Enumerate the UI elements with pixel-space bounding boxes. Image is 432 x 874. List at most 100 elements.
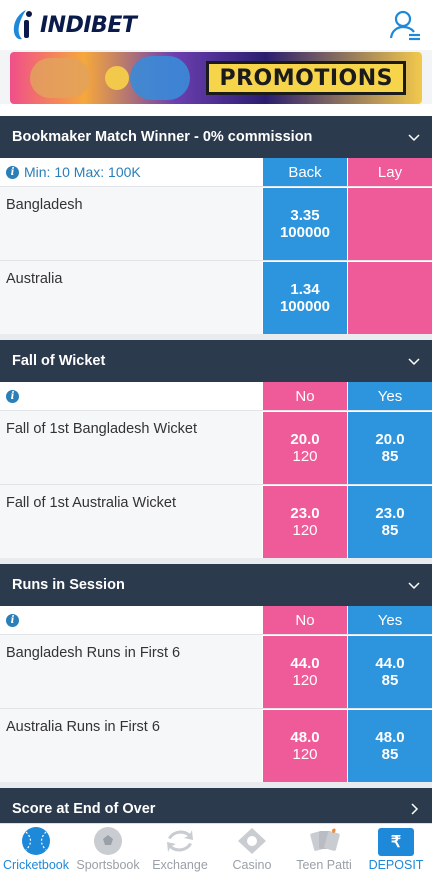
banner-artwork-player — [130, 56, 190, 100]
odds-value: 20.0 — [290, 430, 320, 448]
fancy-column-header: i No Yes — [0, 382, 432, 410]
no-column-label: No — [262, 382, 347, 410]
section-title: Fall of Wicket — [12, 353, 106, 369]
chevron-right-icon — [411, 803, 419, 815]
bottom-nav: Cricketbook Sportsbook Exchange Casino T… — [0, 823, 432, 874]
info-icon[interactable]: i — [6, 613, 19, 627]
bookmaker-column-header: i Min: 10 Max: 100K Back Lay — [0, 158, 432, 186]
promotions-banner[interactable]: PROMOTIONS — [10, 52, 422, 104]
spacer — [0, 104, 432, 116]
yes-column-label: Yes — [347, 382, 432, 410]
nav-sportsbook[interactable]: Sportsbook — [72, 824, 144, 874]
chevron-down-icon — [408, 582, 420, 590]
nav-exchange[interactable]: Exchange — [144, 824, 216, 874]
banner-artwork-ball — [105, 66, 129, 90]
volume-value: 85 — [381, 522, 399, 539]
yes-odds-cell[interactable]: 48.0 85 — [347, 709, 432, 782]
back-odds-cell[interactable]: 1.34 100000 — [262, 261, 347, 334]
info-icon[interactable]: i — [6, 165, 19, 179]
chevron-down-icon — [408, 358, 420, 366]
runner-name: Bangladesh Runs in First 6 — [6, 645, 181, 661]
odds-value: 23.0 — [375, 504, 405, 522]
market-info: i — [0, 382, 262, 410]
runner-name: Australia Runs in First 6 — [6, 719, 160, 735]
casino-icon — [238, 828, 266, 854]
market-row: Bangladesh 3.35 100000 — [0, 186, 432, 260]
nav-teen-patti[interactable]: Teen Patti — [288, 824, 360, 874]
yes-column-label: Yes — [347, 606, 432, 634]
chevron-down-icon — [408, 134, 420, 142]
market-row: Australia Runs in First 6 48.0 120 48.0 … — [0, 708, 432, 782]
runner-name: Australia — [6, 271, 63, 287]
lay-odds-cell[interactable] — [347, 187, 432, 260]
section-title: Bookmaker Match Winner - 0% commission — [12, 129, 313, 145]
volume-value: 85 — [381, 448, 399, 465]
odds-value: 44.0 — [375, 654, 405, 672]
section-title: Score at End of Over — [12, 801, 156, 817]
volume-value: 120 — [292, 746, 318, 763]
no-odds-cell[interactable]: 44.0 120 — [262, 635, 347, 708]
yes-odds-cell[interactable]: 20.0 85 — [347, 411, 432, 484]
odds-value: 48.0 — [290, 728, 320, 746]
back-column-label: Back — [262, 158, 347, 186]
nav-deposit[interactable]: ₹ DEPOSIT — [360, 824, 432, 874]
market-row: Bangladesh Runs in First 6 44.0 120 44.0… — [0, 634, 432, 708]
app-header: INDIBET — [0, 0, 432, 50]
market-row: Australia 1.34 100000 — [0, 260, 432, 334]
market-info: i — [0, 606, 262, 634]
market-row: Fall of 1st Bangladesh Wicket 20.0 120 2… — [0, 410, 432, 484]
lay-odds-cell[interactable] — [347, 261, 432, 334]
fall-of-wicket-section-header[interactable]: Fall of Wicket — [0, 340, 432, 382]
volume-value: 100000 — [279, 298, 331, 315]
odds-value: 1.34 — [290, 280, 320, 298]
runner-name: Bangladesh — [6, 197, 83, 213]
volume-value: 120 — [292, 448, 318, 465]
odds-value: 20.0 — [375, 430, 405, 448]
rupee-icon: ₹ — [378, 828, 414, 856]
yes-odds-cell[interactable]: 23.0 85 — [347, 485, 432, 558]
nav-label: Cricketbook — [3, 858, 69, 872]
back-odds-cell[interactable]: 3.35 100000 — [262, 187, 347, 260]
nav-label: Exchange — [152, 858, 208, 872]
nav-cricketbook[interactable]: Cricketbook — [0, 824, 72, 874]
info-icon[interactable]: i — [6, 389, 19, 403]
nav-label: DEPOSIT — [368, 858, 424, 872]
runs-in-session-section-header[interactable]: Runs in Session — [0, 564, 432, 606]
limits-text: Min: 10 Max: 100K — [24, 164, 141, 180]
runner-name: Fall of 1st Bangladesh Wicket — [6, 421, 198, 437]
no-odds-cell[interactable]: 48.0 120 — [262, 709, 347, 782]
nav-label: Sportsbook — [76, 858, 140, 872]
volume-value: 120 — [292, 522, 318, 539]
odds-value: 3.35 — [290, 206, 320, 224]
indibet-logo-icon — [13, 10, 32, 40]
promotions-label: PROMOTIONS — [206, 61, 406, 95]
banner-artwork — [30, 58, 90, 98]
odds-value: 44.0 — [290, 654, 320, 672]
lay-column-label: Lay — [347, 158, 432, 186]
yes-odds-cell[interactable]: 44.0 85 — [347, 635, 432, 708]
cards-icon — [310, 828, 340, 851]
no-column-label: No — [262, 606, 347, 634]
runner-name: Fall of 1st Australia Wicket — [6, 495, 177, 511]
brand-logo[interactable]: INDIBET — [10, 8, 137, 42]
odds-value: 48.0 — [375, 728, 405, 746]
volume-value: 85 — [381, 672, 399, 689]
nav-label: Casino — [232, 858, 272, 872]
volume-value: 100000 — [279, 224, 331, 241]
no-odds-cell[interactable]: 20.0 120 — [262, 411, 347, 484]
user-account-icon[interactable] — [388, 8, 422, 42]
limits-info: i Min: 10 Max: 100K — [0, 158, 262, 186]
market-row: Fall of 1st Australia Wicket 23.0 120 23… — [0, 484, 432, 558]
soccer-ball-icon — [94, 827, 122, 855]
section-title: Runs in Session — [12, 577, 125, 593]
brand-name: INDIBET — [40, 12, 137, 38]
nav-label: Teen Patti — [296, 858, 352, 872]
no-odds-cell[interactable]: 23.0 120 — [262, 485, 347, 558]
fancy-column-header: i No Yes — [0, 606, 432, 634]
cricket-ball-icon — [22, 827, 50, 855]
exchange-icon — [167, 830, 193, 852]
volume-value: 85 — [381, 746, 399, 763]
bookmaker-section-header[interactable]: Bookmaker Match Winner - 0% commission — [0, 116, 432, 158]
nav-casino[interactable]: Casino — [216, 824, 288, 874]
odds-value: 23.0 — [290, 504, 320, 522]
